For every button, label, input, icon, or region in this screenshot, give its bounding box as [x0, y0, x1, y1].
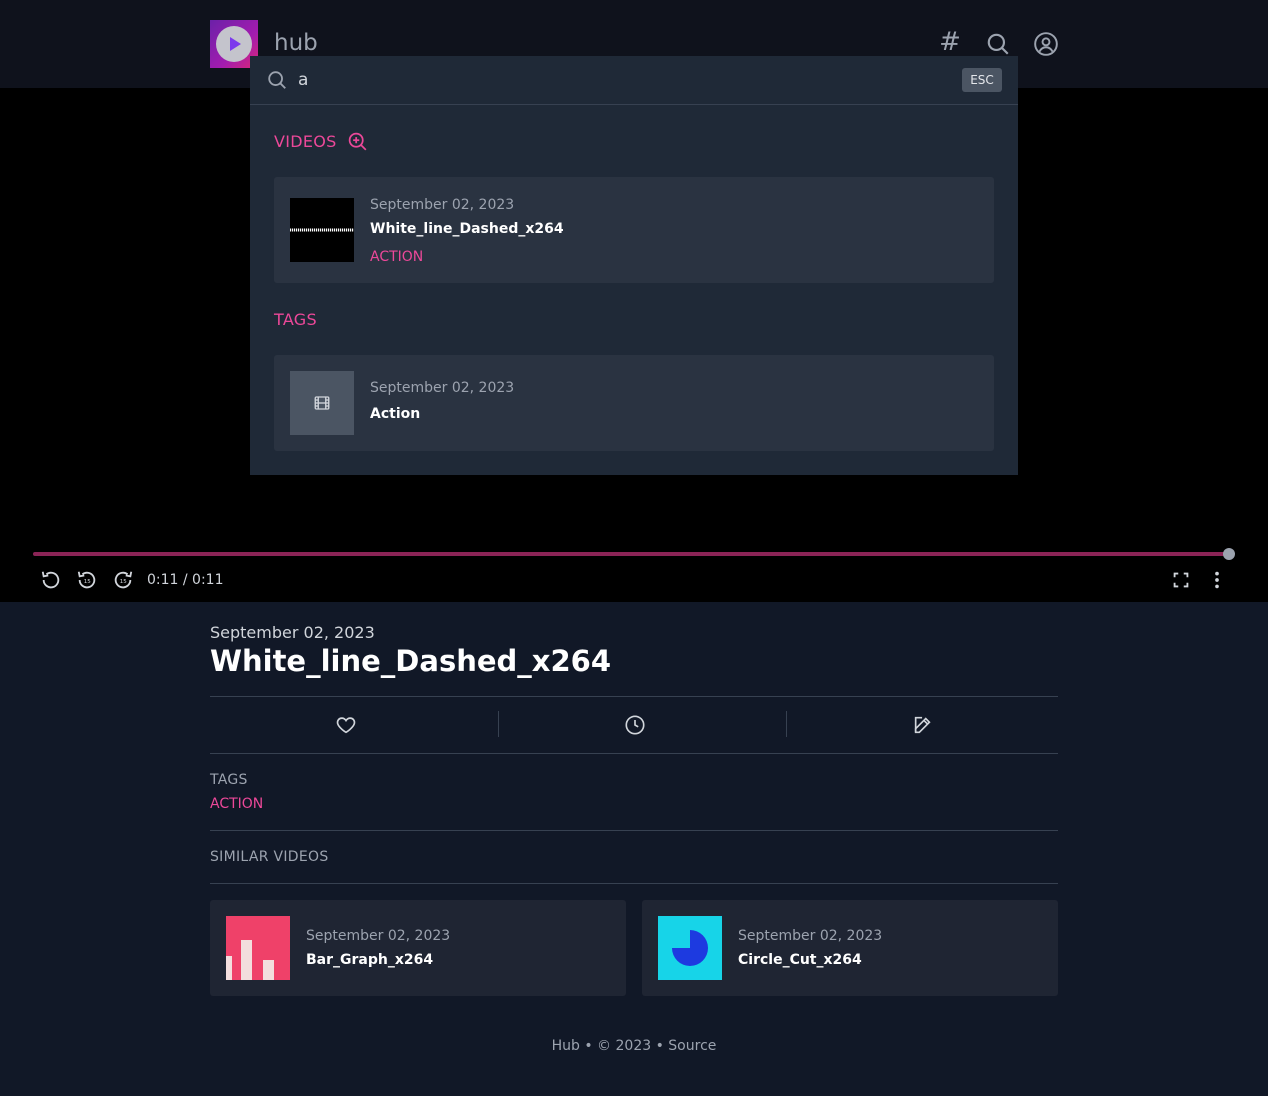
videos-section-title[interactable]: VIDEOS: [274, 131, 368, 152]
action-separator: [498, 711, 499, 737]
forward-15-icon[interactable]: 15: [112, 569, 134, 591]
result-tag[interactable]: ACTION: [370, 249, 423, 265]
similar-video-title[interactable]: Bar_Graph_x264: [306, 952, 433, 968]
tag-link[interactable]: ACTION: [210, 796, 263, 812]
svg-text:15: 15: [120, 579, 127, 585]
user-circle-icon[interactable]: [1033, 31, 1059, 57]
tags-section-title: TAGS: [274, 310, 317, 329]
clock-icon[interactable]: [624, 714, 646, 736]
progress-bar[interactable]: [33, 552, 1229, 556]
progress-handle[interactable]: [1223, 548, 1235, 560]
fullscreen-icon[interactable]: [1170, 569, 1192, 591]
similar-video-card[interactable]: September 02, 2023 Bar_Graph_x264: [210, 900, 626, 996]
similar-video-date: September 02, 2023: [306, 928, 451, 944]
heart-icon[interactable]: [335, 714, 357, 736]
divider: [210, 753, 1058, 754]
video-thumbnail: [226, 916, 290, 980]
brand-name[interactable]: hub: [274, 30, 318, 56]
video-thumbnail: [658, 916, 722, 980]
similar-video-date: September 02, 2023: [738, 928, 883, 944]
similar-videos-label: SIMILAR VIDEOS: [210, 849, 329, 865]
search-bar: ESC: [250, 56, 1018, 105]
tag-result-title[interactable]: Action: [370, 406, 420, 422]
more-vertical-icon[interactable]: [1206, 569, 1228, 591]
hash-icon[interactable]: #: [937, 29, 963, 55]
search-input[interactable]: [298, 68, 938, 92]
search-icon[interactable]: [985, 31, 1011, 57]
search-modal: ESC VIDEOS September 02, 2023 White_line…: [250, 56, 1018, 475]
time-display: 0:11 / 0:11: [147, 572, 224, 588]
video-result-item[interactable]: September 02, 2023 White_line_Dashed_x26…: [274, 177, 994, 283]
film-icon: [290, 371, 354, 435]
tags-section-label: TAGS: [274, 310, 317, 329]
esc-button[interactable]: ESC: [962, 68, 1002, 92]
tag-result-item[interactable]: September 02, 2023 Action: [274, 355, 994, 451]
action-separator: [786, 711, 787, 737]
play-logo-icon: [216, 26, 252, 62]
replay-icon[interactable]: [40, 569, 62, 591]
divider: [210, 830, 1058, 831]
video-date: September 02, 2023: [210, 623, 375, 642]
video-title: White_line_Dashed_x264: [210, 644, 612, 678]
similar-video-card[interactable]: September 02, 2023 Circle_Cut_x264: [642, 900, 1058, 996]
svg-text:15: 15: [84, 579, 91, 585]
result-title[interactable]: White_line_Dashed_x264: [370, 221, 564, 237]
divider: [210, 696, 1058, 697]
video-thumbnail: [290, 198, 354, 262]
similar-video-title[interactable]: Circle_Cut_x264: [738, 952, 862, 968]
rewind-15-icon[interactable]: 15: [76, 569, 98, 591]
edit-icon[interactable]: [912, 714, 934, 736]
result-date: September 02, 2023: [370, 197, 515, 213]
tags-label: TAGS: [210, 772, 248, 788]
videos-section-label: VIDEOS: [274, 132, 337, 151]
divider: [210, 883, 1058, 884]
zoom-in-icon[interactable]: [347, 131, 368, 152]
footer: Hub • © 2023 • Source: [551, 1038, 717, 1054]
search-icon: [266, 69, 288, 91]
tag-result-date: September 02, 2023: [370, 380, 515, 396]
